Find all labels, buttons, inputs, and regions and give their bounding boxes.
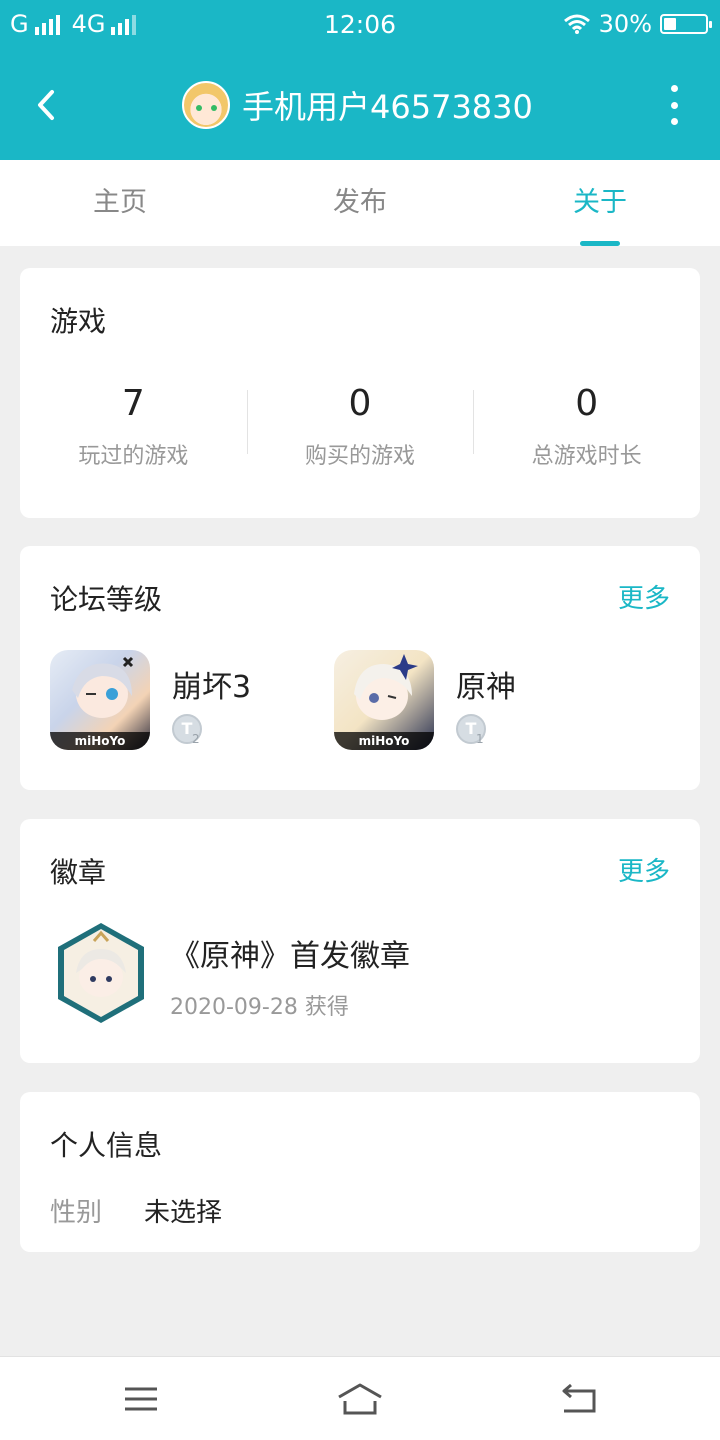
genshin-badge-icon[interactable]: [54, 921, 148, 1025]
games-card: 游戏 7 玩过的游戏 0 购买的游戏 0 总游戏时长: [20, 268, 700, 518]
stat-value: 0: [575, 383, 599, 424]
app-header: G 4G 12:06 30% 手机用户46573830: [0, 0, 720, 160]
recent-apps-button[interactable]: [116, 1379, 166, 1419]
app-bar: 手机用户46573830: [0, 60, 720, 150]
status-right: 30%: [563, 10, 712, 38]
badge-date: 2020-09-28 获得: [170, 995, 349, 1020]
genshin-game-icon: miHoYo: [334, 650, 434, 750]
menu-icon: [125, 1387, 157, 1411]
home-icon: [338, 1383, 382, 1415]
stat-total-playtime[interactable]: 0 总游戏时长: [473, 378, 700, 469]
stat-purchased-games[interactable]: 0 购买的游戏: [246, 378, 474, 469]
system-nav-bar: [0, 1356, 720, 1440]
forum-game-honkai[interactable]: miHoYo 崩坏3 T 2: [50, 650, 310, 750]
profile-tabs: 主页 发布 关于: [0, 160, 720, 246]
stat-label: 玩过的游戏: [78, 444, 189, 469]
tab-about[interactable]: 关于: [480, 160, 720, 246]
game-name: 原神: [456, 670, 516, 705]
more-button[interactable]: [664, 85, 684, 125]
badge-card: 徽章 更多 《原神》首发徽章 2020-09-28 获得: [20, 819, 700, 1063]
battery-icon: [660, 14, 712, 34]
tab-posts[interactable]: 发布: [240, 160, 480, 246]
info-card-title: 个人信息: [50, 1129, 163, 1162]
back-nav-button[interactable]: [554, 1379, 604, 1419]
gender-label: 性别: [50, 1198, 103, 1228]
page-title: 手机用户46573830: [242, 88, 533, 126]
status-bar: G 4G 12:06 30%: [0, 0, 720, 50]
game-name: 崩坏3: [172, 670, 252, 705]
gender-row: 性别 未选择: [50, 1192, 222, 1229]
back-icon: [562, 1383, 596, 1413]
more-vertical-icon: [670, 85, 678, 92]
home-button[interactable]: [335, 1379, 385, 1419]
back-arrow-icon: [38, 90, 54, 120]
profile-title: 手机用户46573830: [182, 80, 533, 130]
badge-name: 《原神》首发徽章: [170, 939, 410, 974]
level-number: 2: [192, 732, 200, 746]
gender-value: 未选择: [144, 1198, 223, 1228]
forum-more-link[interactable]: 更多: [618, 578, 670, 615]
back-button[interactable]: [24, 80, 74, 130]
dot: [670, 118, 678, 125]
badge-more-link[interactable]: 更多: [618, 851, 670, 888]
honkai-game-icon: miHoYo: [50, 650, 150, 750]
stat-label: 总游戏时长: [531, 444, 642, 469]
forum-level-card: 论坛等级 更多 miHoYo 崩坏3 T 2 miHoYo 原神 T 1: [20, 546, 700, 790]
tab-home[interactable]: 主页: [0, 160, 240, 246]
honkai-logo-text: miHoYo: [50, 732, 150, 750]
active-tab-indicator: [580, 241, 620, 246]
forum-card-title: 论坛等级: [50, 583, 163, 616]
personal-info-card: 个人信息 性别 未选择: [20, 1092, 700, 1252]
level-number: 1: [476, 732, 484, 746]
stat-value: 7: [121, 383, 145, 424]
stat-value: 0: [348, 383, 372, 424]
badge-card-title: 徽章: [50, 856, 107, 889]
forum-game-genshin[interactable]: miHoYo 原神 T 1: [334, 650, 594, 750]
avatar[interactable]: [182, 81, 230, 129]
dot: [670, 101, 678, 109]
battery-percent: 30%: [598, 10, 652, 38]
stat-label: 购买的游戏: [305, 444, 416, 469]
stat-played-games[interactable]: 7 玩过的游戏: [20, 378, 247, 469]
wifi-icon: [563, 14, 590, 34]
battery-level: [664, 18, 676, 30]
games-stats: 7 玩过的游戏 0 购买的游戏 0 总游戏时长: [20, 378, 700, 469]
tab-about-label: 关于: [573, 187, 627, 218]
games-card-title: 游戏: [50, 305, 107, 338]
genshin-logo-text: miHoYo: [334, 732, 434, 750]
